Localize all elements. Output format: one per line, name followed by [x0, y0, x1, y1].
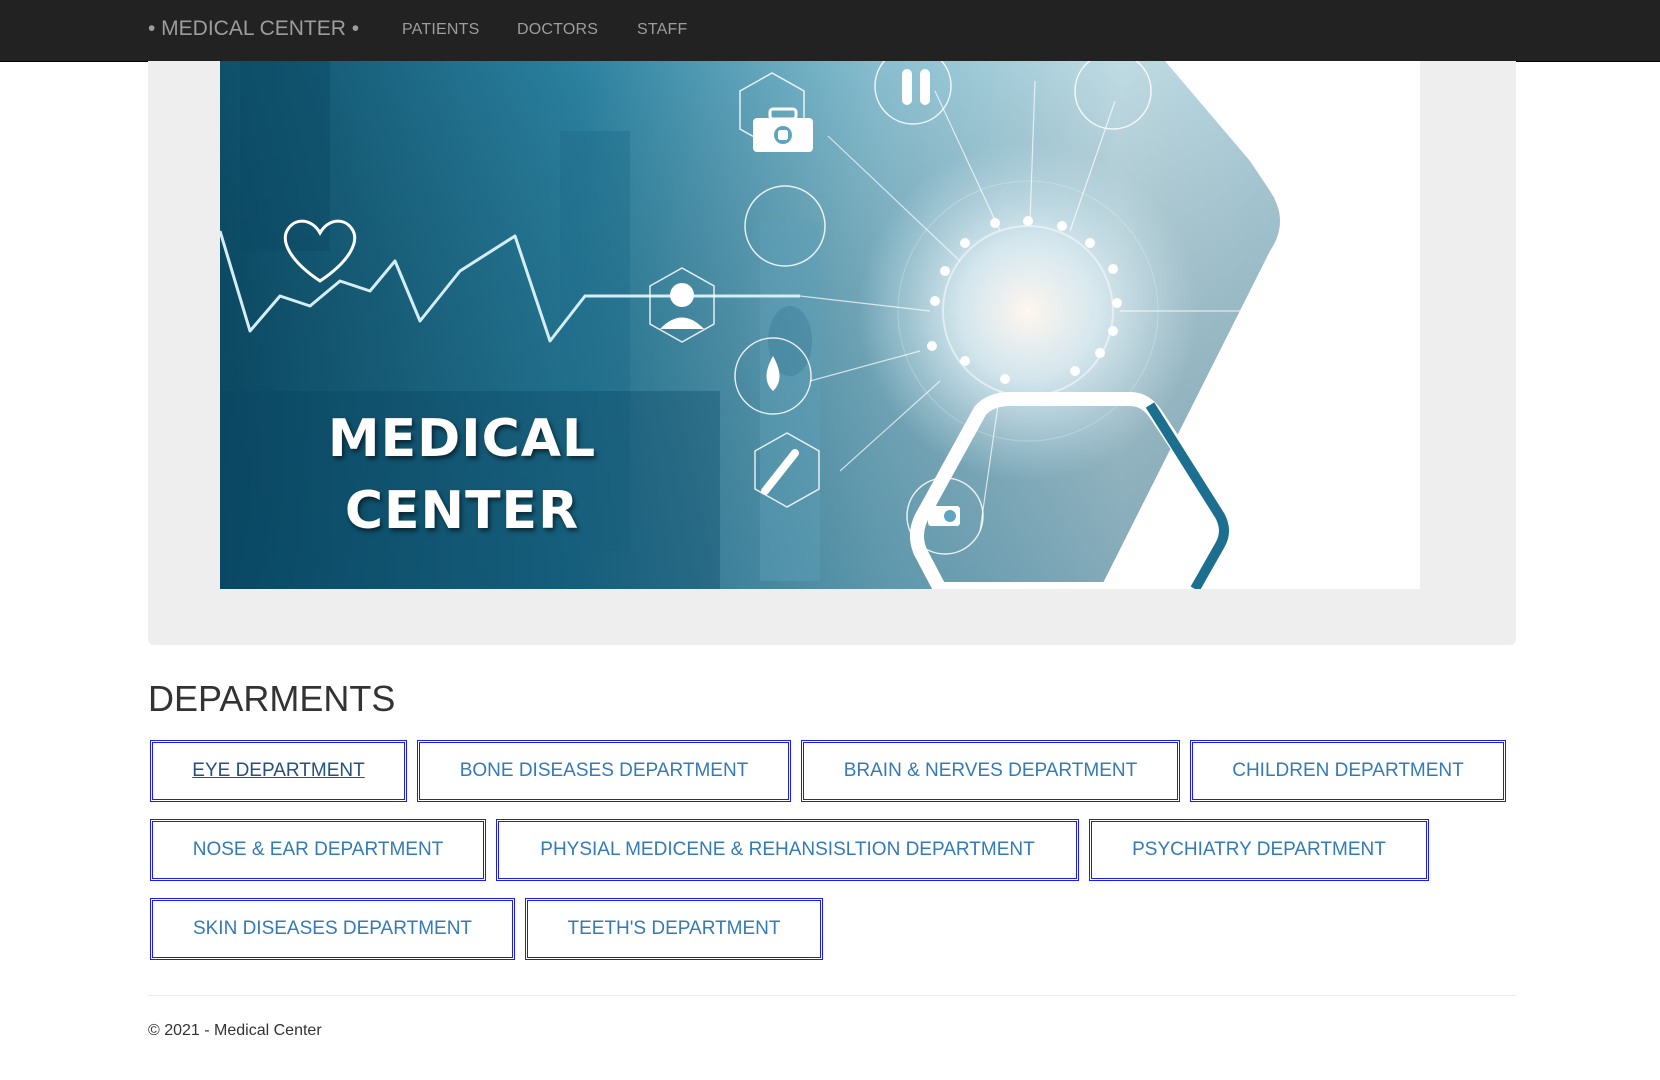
nav-link-staff[interactable]: STAFF [637, 21, 687, 39]
dept-brain-nerves-button[interactable]: BRAIN & NERVES DEPARTMENT [801, 740, 1180, 802]
dept-bone-diseases-button[interactable]: BONE DISEASES DEPARTMENT [417, 740, 791, 802]
brand-link[interactable]: • MEDICAL CENTER • [148, 17, 359, 41]
dept-eye-button[interactable]: EYE DEPARTMENT [150, 740, 407, 802]
dept-skin-diseases-button[interactable]: SKIN DISEASES DEPARTMENT [150, 898, 515, 960]
nav-link-doctors[interactable]: DOCTORS [517, 21, 598, 39]
dept-teeth-button[interactable]: TEETH'S DEPARTMENT [525, 898, 823, 960]
dept-children-button[interactable]: CHILDREN DEPARTMENT [1190, 740, 1506, 802]
departments-heading: DEPARMENTS [148, 678, 396, 719]
dept-nose-ear-button[interactable]: NOSE & EAR DEPARTMENT [150, 819, 486, 881]
hero-banner-image: MEDICAL CENTER [220, 61, 1420, 589]
footer-copyright: © 2021 - Medical Center [148, 1022, 322, 1039]
hero-title-line2: CENTER [344, 481, 580, 541]
dept-physical-medicine-button[interactable]: PHYSIAL MEDICENE & REHANSISLTION DEPARTM… [496, 819, 1079, 881]
footer-divider [148, 995, 1516, 996]
nav-link-patients[interactable]: PATIENTS [402, 21, 479, 39]
top-navbar: • MEDICAL CENTER • PATIENTS DOCTORS STAF… [0, 0, 1660, 62]
hero-title-line1: MEDICAL [327, 409, 597, 469]
dept-psychiatry-button[interactable]: PSYCHIATRY DEPARTMENT [1089, 819, 1429, 881]
